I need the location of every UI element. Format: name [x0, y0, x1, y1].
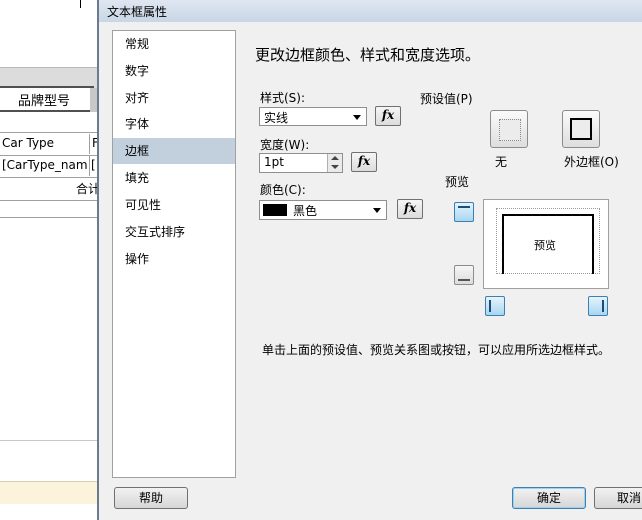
category-list: 常规 数字 对齐 字体 边框 填充 可见性 交互式排序 操作	[112, 30, 236, 478]
textbox-properties-dialog: 文本框属性 常规 数字 对齐 字体 边框 填充 可见性 交互式排序 操作 更改边…	[97, 0, 642, 520]
border-left-button[interactable]	[485, 296, 505, 316]
report-designer-background: 品牌型号 Car Type F [CarType_nam [ 合计	[0, 0, 100, 520]
row-divider	[0, 155, 100, 156]
preset-outline-icon	[570, 118, 592, 140]
color-expression-button[interactable]: fx	[397, 199, 423, 219]
ok-button[interactable]: 确定	[512, 487, 586, 509]
field-cell-cartype[interactable]: [CarType_nam	[2, 158, 88, 172]
help-button[interactable]: 帮助	[114, 487, 188, 509]
color-swatch	[263, 204, 287, 216]
nav-item-general[interactable]: 常规	[113, 31, 235, 57]
row-divider	[0, 177, 100, 178]
field-cell-partial[interactable]: [	[91, 158, 96, 172]
border-right-button[interactable]	[588, 296, 608, 316]
presets-label: 预设值(P)	[420, 92, 473, 106]
column-header-cartype[interactable]: Car Type	[2, 136, 54, 150]
color-combo[interactable]: 黑色	[259, 200, 387, 220]
cell-divider	[89, 156, 90, 176]
nav-item-font[interactable]: 字体	[113, 111, 235, 137]
chevron-down-icon	[373, 208, 381, 213]
border-top-button[interactable]	[454, 202, 474, 222]
row-divider	[0, 200, 100, 201]
spin-buttons[interactable]	[327, 154, 342, 172]
border-right-icon	[602, 300, 604, 312]
preset-none-icon	[499, 119, 521, 141]
nav-item-visibility[interactable]: 可见性	[113, 192, 235, 218]
preset-none-label: 无	[495, 155, 508, 169]
border-bottom-icon	[458, 279, 470, 281]
dialog-titlebar[interactable]: 文本框属性	[99, 0, 642, 22]
hint-text: 单击上面的预设值、预览关系图或按钮，可以应用所选边框样式。	[262, 343, 611, 357]
page-heading: 更改边框颜色、样式和宽度选项。	[255, 46, 481, 64]
nav-item-fill[interactable]: 填充	[113, 165, 235, 191]
preset-outline-label: 外边框(O)	[564, 155, 619, 169]
style-value: 实线	[264, 111, 289, 125]
style-expression-button[interactable]: fx	[375, 106, 401, 126]
nav-item-interactive-sort[interactable]: 交互式排序	[113, 219, 235, 245]
spin-up-icon[interactable]	[331, 156, 339, 160]
style-combo[interactable]: 实线	[259, 107, 367, 126]
panel-divider	[0, 440, 100, 441]
border-bottom-button[interactable]	[454, 265, 474, 285]
designer-status-strip	[0, 481, 100, 504]
caret-line	[80, 0, 81, 8]
row-divider	[0, 132, 100, 133]
header-cell[interactable]: 品牌型号	[0, 86, 94, 112]
chevron-down-icon	[353, 115, 361, 120]
dialog-title: 文本框属性	[107, 5, 168, 19]
nav-item-border[interactable]: 边框	[113, 138, 235, 164]
color-value: 黑色	[293, 204, 318, 218]
preview-center-text: 预览	[534, 239, 556, 252]
cancel-button[interactable]: 取消	[594, 487, 642, 509]
cell-divider	[89, 134, 90, 154]
preset-none-button[interactable]	[490, 110, 528, 148]
nav-item-alignment[interactable]: 对齐	[113, 85, 235, 111]
preview-label: 预览	[445, 175, 470, 189]
width-expression-button[interactable]: fx	[351, 152, 377, 172]
nav-item-action[interactable]: 操作	[113, 246, 235, 272]
border-top-icon	[458, 206, 470, 208]
border-preview-diagram[interactable]: 预览	[483, 199, 609, 289]
width-value: 1pt	[264, 155, 284, 169]
nav-item-number[interactable]: 数字	[113, 58, 235, 84]
style-label: 样式(S):	[260, 91, 306, 105]
border-left-icon	[489, 300, 491, 312]
width-spinner[interactable]: 1pt	[259, 153, 343, 173]
spin-down-icon[interactable]	[331, 165, 339, 169]
width-label: 宽度(W):	[260, 138, 310, 152]
header-cell-text: 品牌型号	[18, 94, 71, 109]
color-label: 颜色(C):	[260, 183, 306, 197]
designer-column-strip	[0, 67, 100, 88]
row-divider	[0, 217, 100, 218]
preset-outline-button[interactable]	[562, 110, 600, 148]
